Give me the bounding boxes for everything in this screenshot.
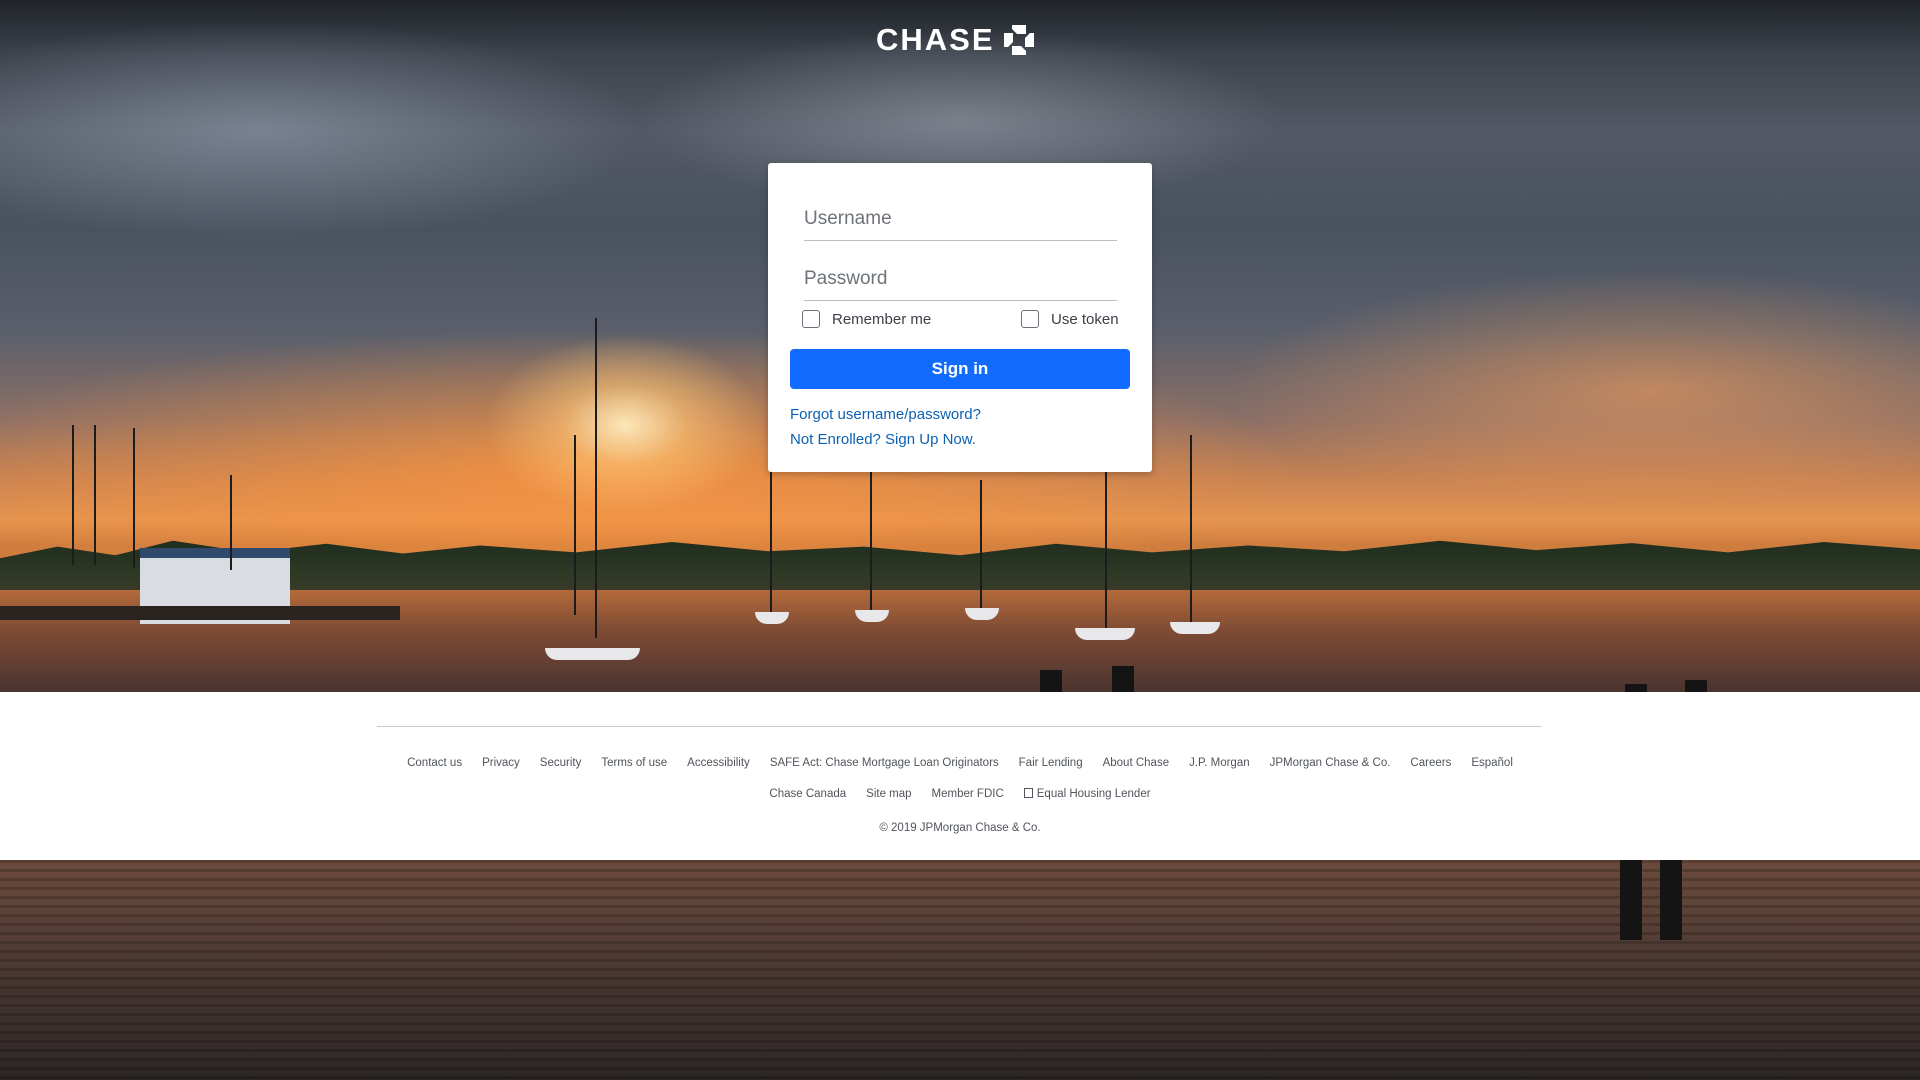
footer-link-careers[interactable]: Careers (1410, 757, 1451, 769)
footer-link-terms-of-use[interactable]: Terms of use (601, 757, 667, 769)
copyright: © 2019 JPMorgan Chase & Co. (879, 822, 1041, 834)
background-photo (0, 0, 1920, 1080)
footer-link-espanol[interactable]: Español (1471, 757, 1513, 769)
dock (0, 606, 400, 620)
footer-link-equal-housing-lender[interactable]: Equal Housing Lender (1023, 788, 1151, 800)
sailboat-mast (72, 425, 74, 565)
remember-me-checkbox[interactable] (802, 310, 820, 328)
sailboat-mast (770, 470, 772, 620)
username-input[interactable] (804, 201, 1117, 241)
equal-housing-label: Equal Housing Lender (1036, 788, 1151, 800)
equal-housing-icon (1023, 788, 1033, 798)
footer: Contact us Privacy Security Terms of use… (0, 692, 1920, 860)
use-token-label: Use token (1051, 310, 1119, 328)
sailboat-mast (133, 428, 135, 568)
footer-link-chase-canada[interactable]: Chase Canada (769, 788, 846, 800)
dock-post-reflection (1620, 860, 1642, 940)
footer-links-primary: Contact us Privacy Security Terms of use… (0, 757, 1920, 769)
sailboat-mast (574, 435, 576, 615)
footer-link-fair-lending[interactable]: Fair Lending (1019, 757, 1083, 769)
sailboat-hull (1075, 628, 1135, 640)
brand-wordmark: CHASE (876, 22, 995, 57)
sign-in-button[interactable]: Sign in (790, 349, 1130, 389)
footer-link-jpmorgan-chase-co[interactable]: JPMorgan Chase & Co. (1270, 757, 1391, 769)
sailboat-mast (230, 475, 232, 570)
dock-post-reflection (1660, 860, 1682, 940)
dock-post (1685, 680, 1707, 692)
footer-link-about-chase[interactable]: About Chase (1103, 757, 1170, 769)
sailboat-mast (1190, 435, 1192, 625)
enroll-link[interactable]: Not Enrolled? Sign Up Now. (790, 431, 976, 448)
footer-link-jp-morgan[interactable]: J.P. Morgan (1189, 757, 1250, 769)
footer-link-site-map[interactable]: Site map (866, 788, 911, 800)
footer-link-security[interactable]: Security (540, 757, 582, 769)
login-card: Remember me Use token Sign in Forgot use… (768, 163, 1152, 472)
forgot-credentials-link[interactable]: Forgot username/password? (790, 406, 981, 423)
dock-post (1040, 670, 1062, 692)
chase-logo[interactable]: CHASE (876, 22, 1035, 58)
footer-divider (377, 726, 1542, 727)
dock-post (1112, 666, 1134, 692)
footer-link-member-fdic[interactable]: Member FDIC (932, 788, 1004, 800)
sailboat-mast (980, 480, 982, 610)
footer-links-secondary: Chase Canada Site map Member FDIC Equal … (0, 788, 1920, 800)
footer-link-contact-us[interactable]: Contact us (407, 757, 462, 769)
remember-me-option[interactable]: Remember me (802, 310, 931, 328)
remember-me-label: Remember me (832, 310, 932, 328)
footer-link-safe-act[interactable]: SAFE Act: Chase Mortgage Loan Originator… (770, 757, 999, 769)
footer-link-accessibility[interactable]: Accessibility (687, 757, 750, 769)
use-token-option[interactable]: Use token (1021, 310, 1119, 328)
dock-post (1625, 684, 1647, 692)
sailboat-mast (870, 470, 872, 615)
sailboat-mast (595, 318, 597, 638)
sailboat-mast (1105, 460, 1107, 630)
footer-link-privacy[interactable]: Privacy (482, 757, 520, 769)
sailboat-hull (1170, 622, 1220, 634)
sailboat-mast (94, 425, 96, 565)
sailboat-hull (545, 648, 640, 660)
chase-octagon-icon (1003, 25, 1034, 55)
use-token-checkbox[interactable] (1021, 310, 1039, 328)
password-input[interactable] (804, 261, 1117, 301)
